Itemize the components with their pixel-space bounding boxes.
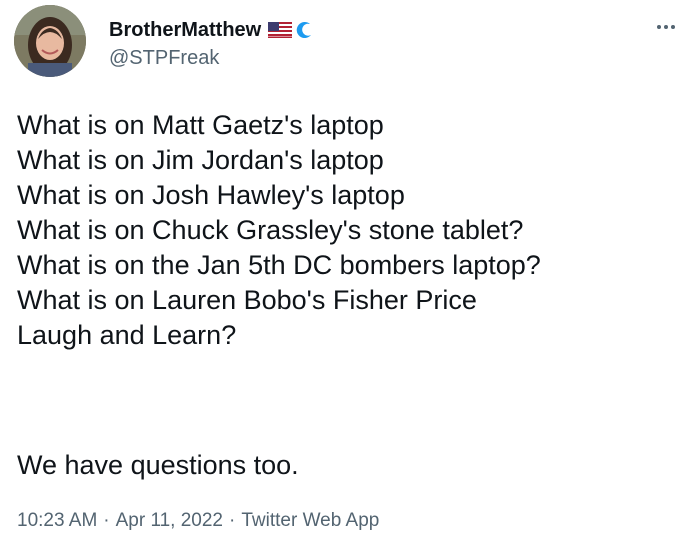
display-name-row: BrotherMatthew (109, 17, 314, 43)
tweet-line: Laugh and Learn? (17, 320, 237, 350)
display-name[interactable]: BrotherMatthew (109, 19, 261, 42)
handle[interactable]: @STPFreak (109, 47, 314, 70)
tweet-line: What is on the Jan 5th DC bombers laptop… (17, 250, 541, 280)
tweet-line: What is on Josh Hawley's laptop (17, 180, 405, 210)
author-names: BrotherMatthew @STPFreak (109, 17, 314, 70)
tweet-header: BrotherMatthew @STPFreak (14, 5, 684, 79)
blue-wave-icon (294, 20, 314, 40)
tweet-meta: 10:23 AM · Apr 11, 2022 · Twitter Web Ap… (17, 510, 379, 532)
tweet-body: What is on Matt Gaetz's laptop What is o… (17, 108, 687, 353)
tweet-date[interactable]: Apr 11, 2022 (116, 510, 223, 532)
avatar-image (14, 5, 86, 77)
us-flag-icon (268, 22, 293, 38)
tweet-closing-line: We have questions too. (17, 450, 299, 480)
tweet-card: BrotherMatthew @STPFreak What is on Matt… (0, 0, 696, 540)
tweet-line: What is on Matt Gaetz's laptop (17, 110, 384, 140)
tweet-line: What is on Chuck Grassley's stone tablet… (17, 215, 524, 245)
tweet-source[interactable]: Twitter Web App (241, 510, 379, 532)
tweet-line: What is on Lauren Bobo's Fisher Price (17, 285, 477, 315)
avatar[interactable] (14, 5, 86, 77)
meta-separator: · (103, 510, 110, 531)
tweet-time[interactable]: 10:23 AM (17, 510, 97, 532)
more-options-icon[interactable] (654, 19, 678, 29)
meta-separator: · (229, 510, 236, 531)
tweet-line: What is on Jim Jordan's laptop (17, 145, 384, 175)
